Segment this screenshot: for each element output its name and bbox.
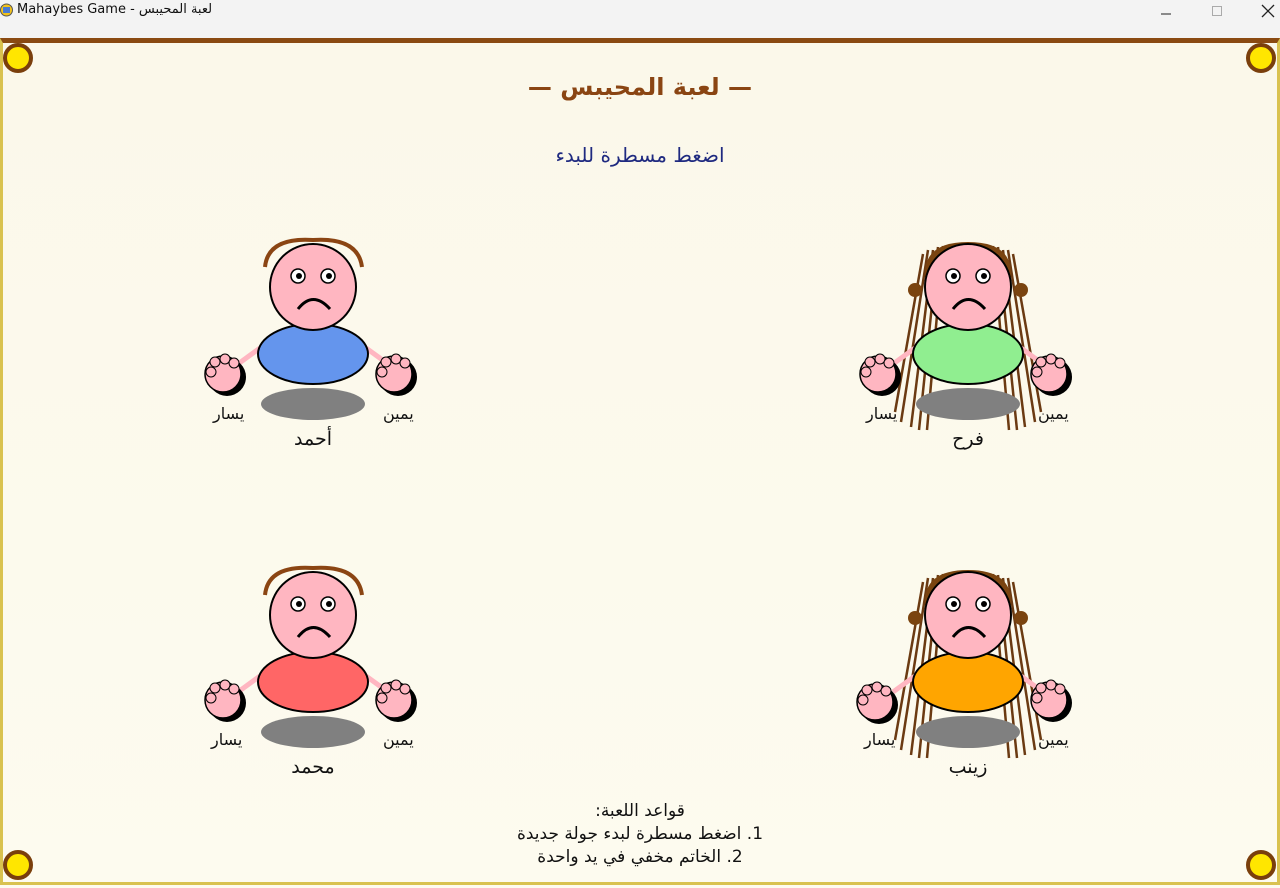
rule-item: 2. الخاتم مخفي في يد واحدة <box>537 847 743 867</box>
player-ahmed: يسار يمين أحمد <box>198 232 428 462</box>
left-hand-label: يسار <box>211 730 243 749</box>
corner-ornament <box>1246 43 1276 73</box>
left-hand-icon[interactable] <box>858 352 904 398</box>
minimize-icon <box>1161 13 1171 15</box>
corner-ornament <box>1246 850 1276 880</box>
right-hand-label: يمين <box>1038 730 1069 749</box>
player-name: أحمد <box>294 428 332 450</box>
player-name: فرح <box>952 428 984 450</box>
minimize-button[interactable] <box>1143 0 1189 22</box>
maximize-button[interactable] <box>1194 0 1240 22</box>
player-zainab: يسار يمين زينب <box>853 560 1083 790</box>
app-icon <box>0 3 13 17</box>
rules-heading: قواعد اللعبة: <box>595 801 685 821</box>
right-hand-icon[interactable] <box>1029 678 1075 724</box>
window-titlebar: لعبة المحيبس - Mahaybes Game <box>0 0 1280 39</box>
right-hand-icon[interactable] <box>374 678 420 724</box>
game-title: — لعبة المحيبس — <box>527 73 753 101</box>
window-title: لعبة المحيبس - Mahaybes Game <box>17 2 213 17</box>
maximize-icon <box>1212 6 1222 16</box>
player-name: محمد <box>291 756 335 778</box>
left-hand-label: يسار <box>864 730 896 749</box>
left-hand-icon[interactable] <box>203 352 249 398</box>
status-message: اضغط مسطرة للبدء <box>555 143 725 167</box>
left-hand-label: يسار <box>213 404 245 423</box>
left-hand-label: يسار <box>866 404 898 423</box>
player-farah: يسار يمين فرح <box>853 232 1083 462</box>
right-hand-label: يمين <box>383 404 414 423</box>
corner-ornament <box>3 850 33 880</box>
close-button[interactable] <box>1245 0 1280 22</box>
close-icon <box>1261 4 1275 18</box>
right-hand-icon[interactable] <box>374 352 420 398</box>
right-hand-label: يمين <box>383 730 414 749</box>
left-hand-icon[interactable] <box>855 680 901 726</box>
rules-panel: قواعد اللعبة: 1. اضغط مسطرة لبدء جولة جد… <box>440 800 840 869</box>
player-mohammed: يسار يمين محمد <box>198 560 428 790</box>
rule-item: 1. اضغط مسطرة لبدء جولة جديدة <box>516 824 764 844</box>
right-hand-icon[interactable] <box>1029 352 1075 398</box>
corner-ornament <box>3 43 33 73</box>
right-hand-label: يمين <box>1038 404 1069 423</box>
player-name: زينب <box>948 756 988 778</box>
left-hand-icon[interactable] <box>203 678 249 724</box>
